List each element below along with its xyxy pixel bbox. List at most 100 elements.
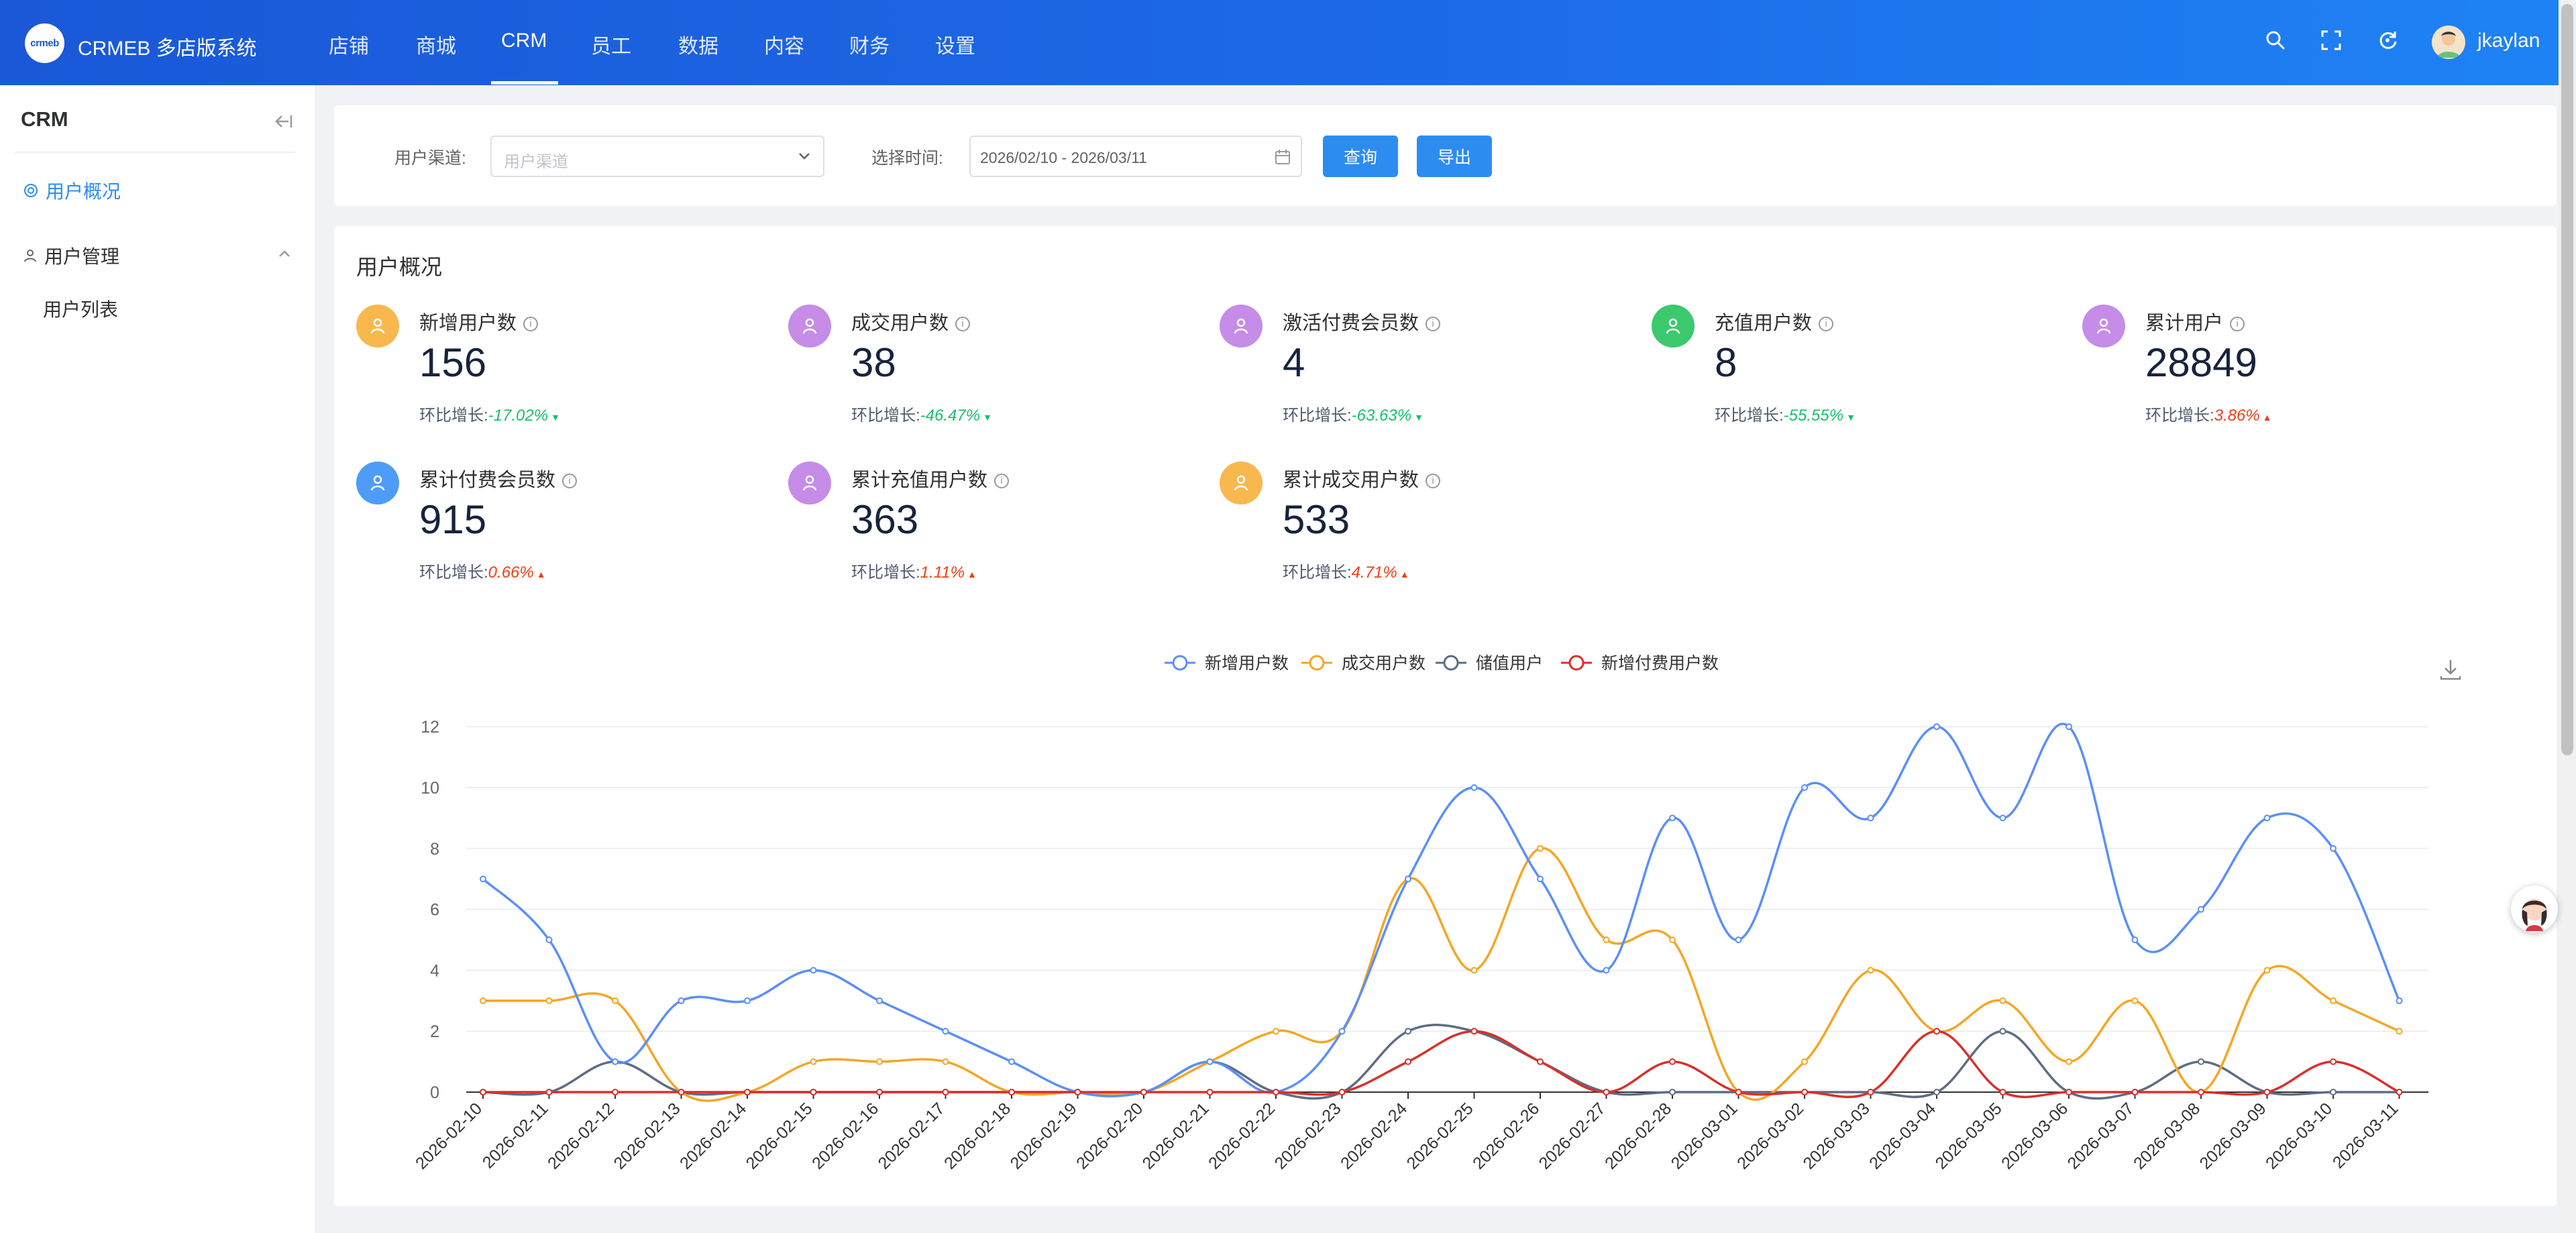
data-point [1999, 1028, 2006, 1035]
data-point [1669, 814, 1676, 822]
data-point [612, 1089, 619, 1095]
legend-item[interactable]: 新增用户数 [1165, 654, 1289, 673]
data-point [876, 1058, 883, 1065]
y-tick-label: 12 [421, 718, 439, 737]
x-tick-label: 2026-02-18 [941, 1099, 1014, 1173]
legend-item[interactable]: 成交用户数 [1301, 654, 1426, 673]
data-point [1537, 1058, 1544, 1065]
x-tick-label: 2026-03-11 [2329, 1099, 2402, 1172]
y-tick-label: 10 [421, 779, 439, 798]
data-point [1008, 1058, 1015, 1065]
x-tick-label: 2026-02-20 [1073, 1099, 1146, 1173]
data-point [744, 1089, 751, 1095]
data-point [1933, 723, 1940, 731]
customer-service-avatar[interactable] [2511, 886, 2558, 932]
data-point [678, 1089, 685, 1095]
data-point [480, 875, 486, 883]
legend-label: 新增付费用户数 [1601, 654, 1719, 673]
data-point [2330, 997, 2337, 1004]
data-point [2263, 1089, 2271, 1095]
data-point [2065, 1058, 2072, 1065]
series-line [483, 847, 2400, 1102]
data-point [1273, 1089, 1279, 1095]
data-point [1999, 997, 2006, 1004]
data-point [545, 936, 553, 943]
x-tick-label: 2026-02-12 [544, 1099, 618, 1173]
y-tick-label: 6 [430, 901, 439, 920]
x-tick-label: 2026-03-10 [2262, 1099, 2336, 1173]
data-point [942, 1089, 949, 1095]
x-tick-label: 2026-02-24 [1337, 1099, 1411, 1173]
data-point [2330, 1089, 2337, 1095]
x-tick-label: 2026-02-22 [1205, 1099, 1279, 1173]
data-point [810, 1058, 817, 1065]
data-point [2396, 1089, 2403, 1095]
data-point [1537, 845, 1544, 852]
data-point [1338, 1089, 1346, 1095]
data-point [2396, 997, 2403, 1004]
data-point [1273, 1028, 1279, 1035]
data-point [1140, 1089, 1147, 1095]
x-tick-label: 2026-02-14 [676, 1099, 750, 1173]
data-point [1470, 784, 1478, 791]
data-point [1801, 784, 1808, 791]
data-point [480, 1089, 486, 1095]
data-point [1933, 1028, 1940, 1035]
x-tick-label: 2026-02-19 [1007, 1099, 1081, 1173]
x-tick-label: 2026-02-15 [743, 1099, 816, 1173]
series-line [482, 1024, 2400, 1100]
data-point [876, 997, 883, 1004]
legend-item[interactable]: 储值用户 [1436, 654, 1543, 673]
data-point [1867, 967, 1874, 974]
data-point [810, 1089, 817, 1095]
data-point [1867, 1089, 1874, 1095]
legend-item[interactable]: 新增付费用户数 [1561, 654, 1719, 673]
x-tick-label: 2026-02-21 [1139, 1099, 1213, 1173]
x-tick-label: 2026-02-10 [412, 1099, 486, 1173]
data-point [1669, 1058, 1676, 1065]
data-point [1603, 936, 1610, 943]
data-point [1669, 936, 1676, 943]
data-point [1669, 1089, 1676, 1095]
data-point [1537, 875, 1544, 883]
data-point [1735, 1089, 1742, 1095]
data-point [1999, 814, 2006, 822]
data-point [480, 997, 486, 1004]
data-point [2198, 906, 2204, 913]
legend-label: 成交用户数 [1342, 654, 1426, 673]
data-point [545, 1089, 553, 1095]
y-tick-label: 4 [430, 961, 439, 980]
data-point [1470, 967, 1478, 974]
data-point [2330, 845, 2337, 852]
data-point [2198, 1089, 2204, 1095]
data-point [1933, 1089, 1940, 1095]
data-point [1405, 1058, 1411, 1065]
x-tick-label: 2026-02-25 [1403, 1099, 1477, 1173]
legend-label: 储值用户 [1476, 654, 1543, 673]
data-point [2263, 814, 2271, 822]
data-point [1206, 1058, 1214, 1065]
data-point [2065, 1089, 2072, 1095]
series-line [482, 1030, 2400, 1098]
x-tick-label: 2026-02-13 [610, 1099, 684, 1173]
data-point [2396, 1028, 2403, 1035]
x-tick-label: 2026-03-01 [1668, 1099, 1741, 1173]
x-tick-label: 2026-03-06 [1998, 1099, 2072, 1173]
data-point [942, 1058, 949, 1065]
scrollbar-thumb[interactable] [2561, 4, 2573, 755]
data-point [1338, 1028, 1346, 1035]
download-icon[interactable] [2437, 656, 2464, 683]
x-tick-label: 2026-02-23 [1271, 1099, 1345, 1173]
x-tick-label: 2026-03-02 [1733, 1099, 1807, 1173]
data-point [1603, 967, 1610, 974]
data-point [2065, 723, 2072, 731]
x-tick-label: 2026-03-03 [1800, 1099, 1874, 1173]
data-point [2198, 1058, 2204, 1065]
x-tick-label: 2026-03-09 [2196, 1099, 2270, 1173]
data-point [612, 1058, 619, 1065]
x-tick-label: 2026-02-27 [1536, 1099, 1609, 1173]
data-point [1206, 1089, 1214, 1095]
x-tick-label: 2026-02-17 [875, 1099, 949, 1173]
data-point [2131, 997, 2139, 1004]
x-tick-label: 2026-03-08 [2130, 1099, 2204, 1173]
